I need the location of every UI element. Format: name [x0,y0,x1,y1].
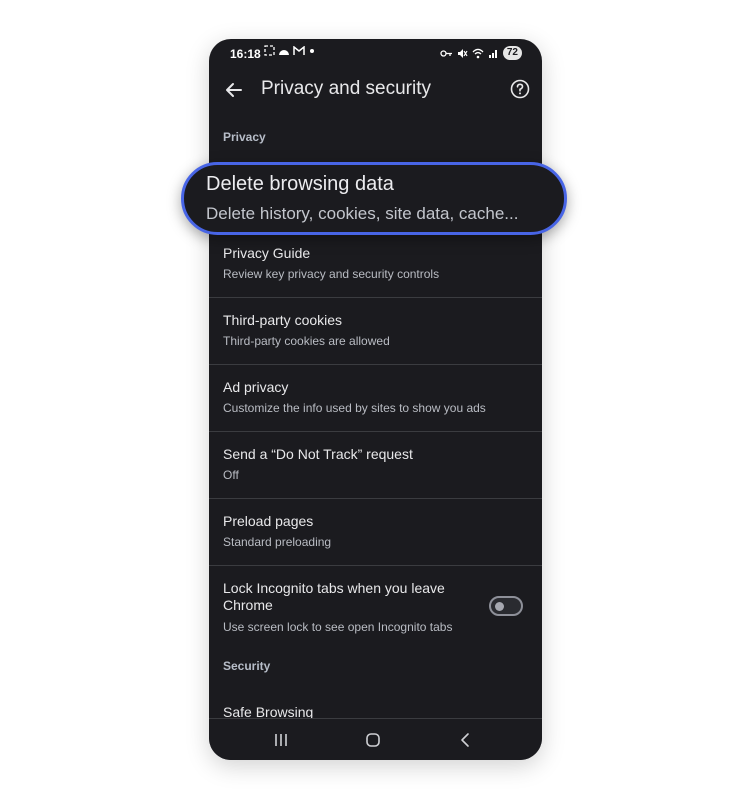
page-title: Privacy and security [261,78,432,99]
toggle-knob [495,602,504,611]
list-item-title: Ad privacy [223,379,289,395]
list-item-ad-privacy[interactable]: Ad privacy Customize the info used by si… [209,366,542,432]
status-time: 16:18 [230,47,261,61]
list-item-privacy-guide[interactable]: Privacy Guide Review key privacy and sec… [209,232,542,298]
phone-screen: 16:18 72 Privacy and security Privacy Pr… [209,39,542,760]
list-item-do-not-track[interactable]: Send a “Do Not Track” request Off [209,433,542,499]
system-icons: 72 [440,46,522,60]
status-bar: 16:18 72 [209,39,542,69]
list-item-subtitle: Third-party cookies are allowed [223,334,390,348]
system-navigation-bar [209,718,542,760]
nav-back-icon[interactable] [457,731,475,749]
help-icon[interactable] [510,79,530,99]
screen: 16:18 72 Privacy and security Privacy Pr… [0,0,750,800]
list-item-title: Send a “Do Not Track” request [223,446,413,462]
wifi-icon [472,48,484,58]
lock-incognito-toggle[interactable] [489,596,523,616]
section-header-security: Security [223,659,271,673]
arc-icon [279,50,289,55]
mute-icon [457,48,468,58]
list-item-preload-pages[interactable]: Preload pages Standard preloading [209,500,542,566]
section-header-privacy: Privacy [223,130,266,144]
gmail-icon [293,45,305,55]
list-item-lock-incognito[interactable]: Lock Incognito tabs when you leave Chrom… [209,567,542,655]
highlight-subtitle: Delete history, cookies, site data, cach… [206,204,519,223]
highlight-delete-browsing-data[interactable]: Delete browsing data Delete history, coo… [181,162,567,235]
signal-icon [488,49,497,58]
list-item-title: Lock Incognito tabs when you leave Chrom… [223,580,445,613]
home-icon[interactable] [364,731,382,749]
list-item-subtitle: Customize the info used by sites to show… [223,401,486,415]
highlight-title: Delete browsing data [206,173,394,195]
back-arrow-icon[interactable] [223,79,245,101]
key-icon [440,49,452,57]
list-item-title: Privacy Guide [223,245,311,261]
list-item-subtitle: Off [223,468,239,482]
more-notifications-dot-icon [310,48,314,53]
app-bar: Privacy and security [209,69,542,113]
notification-icons [264,45,316,56]
screenshot-icon [264,45,275,56]
list-item-title: Preload pages [223,513,314,529]
list-item-safe-browsing[interactable]: Safe Browsing [209,690,542,720]
battery-level: 72 [502,46,522,60]
list-item-subtitle: Standard preloading [223,535,332,549]
list-item-subtitle: Review key privacy and security controls [223,267,440,281]
list-item-third-party-cookies[interactable]: Third-party cookies Third-party cookies … [209,299,542,365]
list-item-subtitle: Use screen lock to see open Incognito ta… [223,620,453,634]
list-item-title: Third-party cookies [223,312,343,328]
recent-apps-icon[interactable] [272,731,290,749]
